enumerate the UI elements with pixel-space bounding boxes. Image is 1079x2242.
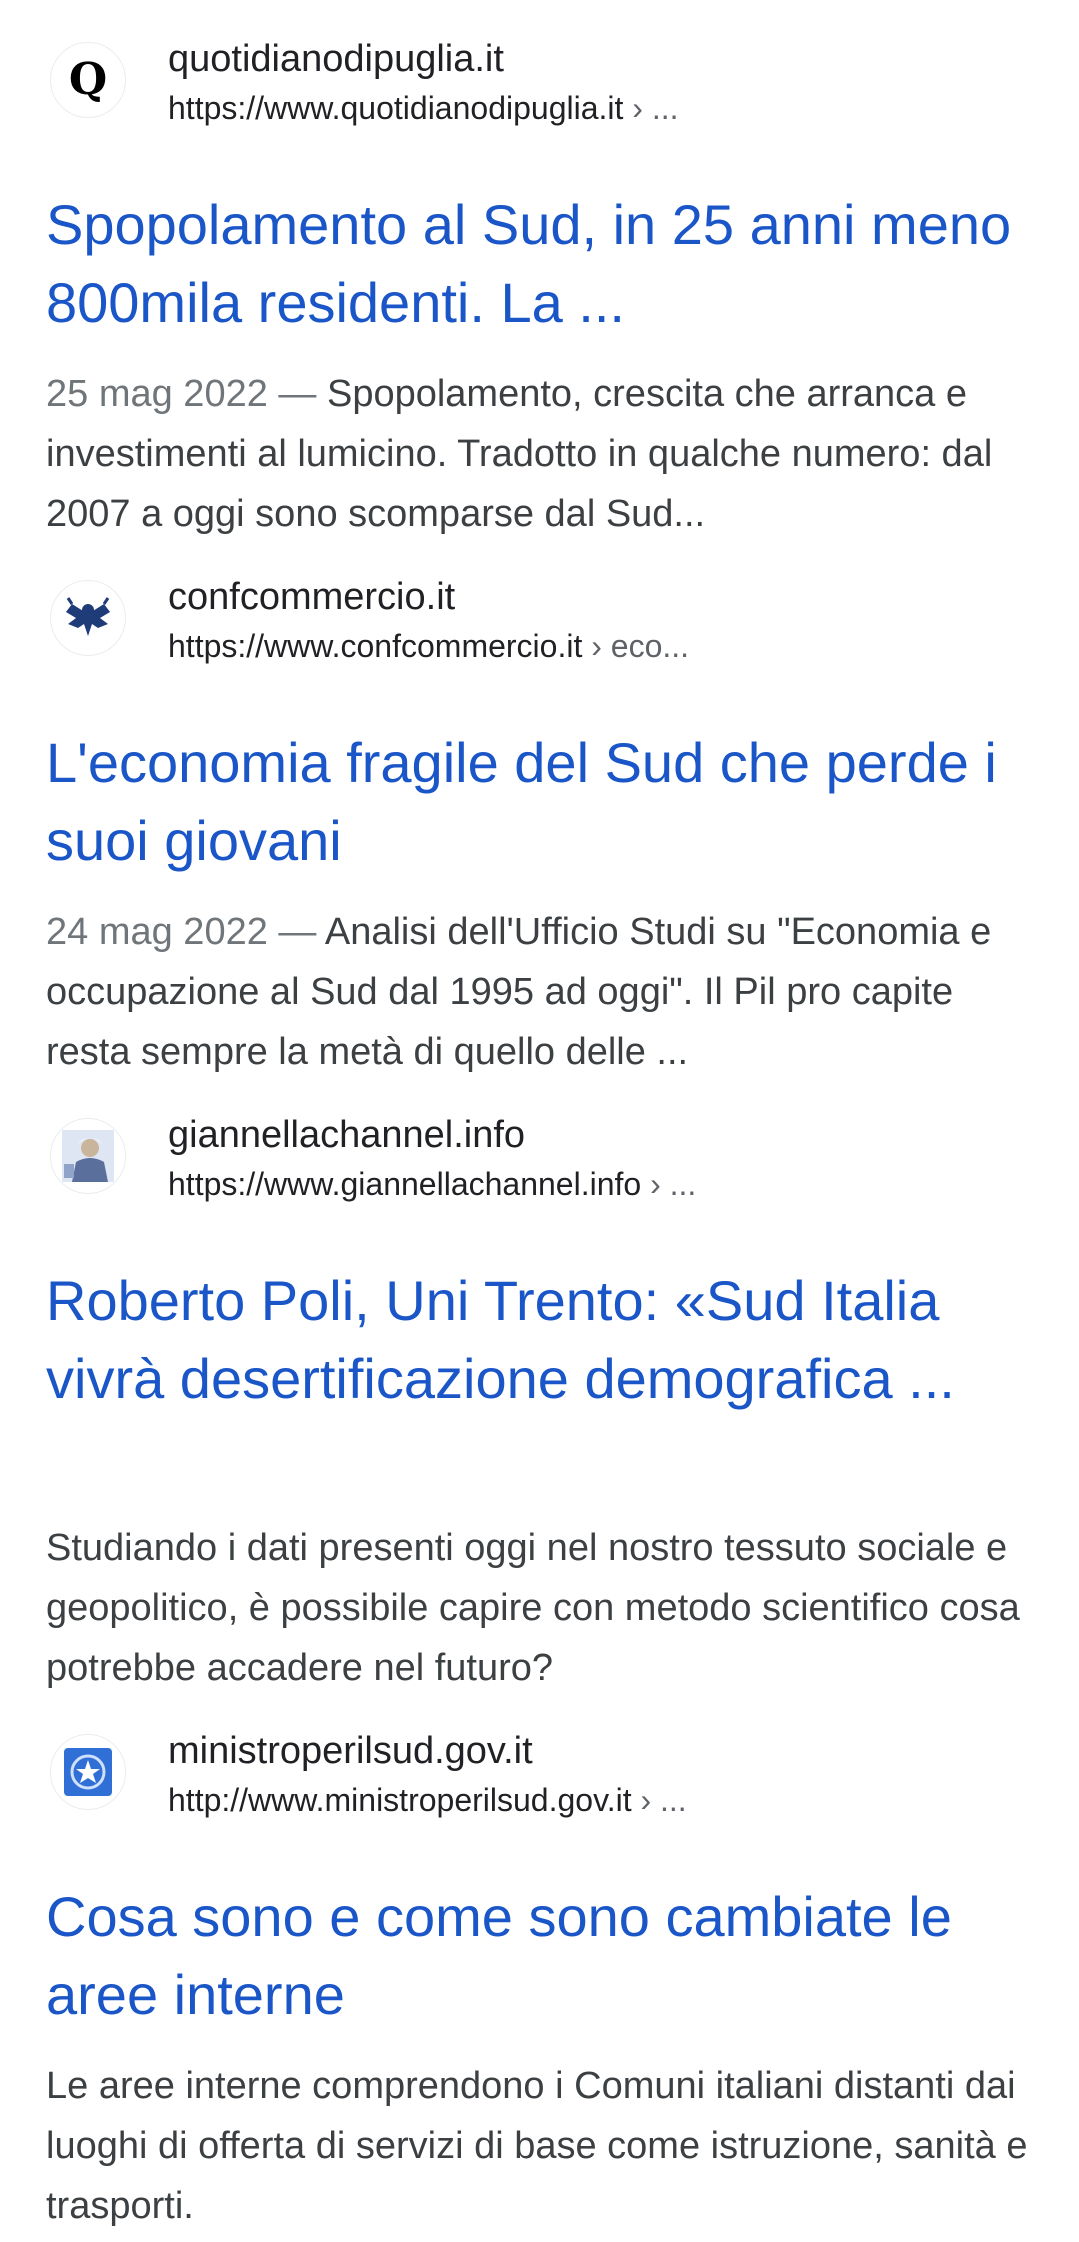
url-breadcrumb: › eco... xyxy=(582,628,690,664)
url-breadcrumb: › ... xyxy=(631,1782,687,1818)
site-name: ministroperilsud.gov.it xyxy=(168,1730,533,1772)
site-url: https://www.giannellachannel.info › ... xyxy=(168,1162,696,1206)
site-name: confcommercio.it xyxy=(168,576,456,618)
date-separator: — xyxy=(267,373,327,415)
site-url: https://www.quotidianodipuglia.it › ... xyxy=(168,86,679,130)
result-source[interactable]: Q quotidianodipuglia.it https://www.quot… xyxy=(46,34,1046,134)
result-title-link[interactable]: Roberto Poli, Uni Trento: «Sud Italia vi… xyxy=(46,1262,1046,1418)
snippet-text: Studiando i dati presenti oggi nel nostr… xyxy=(46,1527,1020,1689)
url-text: https://www.confcommercio.it xyxy=(168,628,583,664)
result-snippet: Studiando i dati presenti oggi nel nostr… xyxy=(46,1518,1046,1698)
url-breadcrumb: › ... xyxy=(641,1166,697,1202)
url-text: https://www.quotidianodipuglia.it xyxy=(168,90,624,126)
result-snippet: Le aree interne comprendono i Comuni ita… xyxy=(46,2056,1046,2236)
portrait-thumbnail-icon xyxy=(50,1118,126,1194)
site-url: https://www.confcommercio.it › eco... xyxy=(168,624,689,668)
q-logo-icon: Q xyxy=(50,42,126,118)
result-source[interactable]: confcommercio.it https://www.confcommerc… xyxy=(46,572,1046,672)
result-snippet: 24 mag 2022 — Analisi dell'Ufficio Studi… xyxy=(46,902,1046,1082)
url-text: https://www.giannellachannel.info xyxy=(168,1166,642,1202)
svg-text:Q: Q xyxy=(69,54,107,105)
result-source[interactable]: giannellachannel.info https://www.gianne… xyxy=(46,1110,1046,1210)
result-date: 24 mag 2022 xyxy=(46,911,268,953)
result-date: 25 mag 2022 xyxy=(46,373,268,415)
date-separator: — xyxy=(267,911,325,953)
eagle-emblem-icon xyxy=(50,580,126,656)
snippet-text: Le aree interne comprendono i Comuni ita… xyxy=(46,2065,1028,2227)
url-text: http://www.ministroperilsud.gov.it xyxy=(168,1782,632,1818)
result-title-link[interactable]: Spopolamento al Sud, in 25 anni meno 800… xyxy=(46,186,1046,342)
result-title-link[interactable]: L'economia fragile del Sud che perde i s… xyxy=(46,724,1046,880)
site-name: quotidianodipuglia.it xyxy=(168,38,504,80)
site-name: giannellachannel.info xyxy=(168,1114,526,1156)
result-source[interactable]: ministroperilsud.gov.it http://www.minis… xyxy=(46,1726,1046,1826)
italian-emblem-icon xyxy=(50,1734,126,1810)
result-snippet: 25 mag 2022 — Spopolamento, crescita che… xyxy=(46,364,1046,544)
result-title-link[interactable]: Cosa sono e come sono cambiate le aree i… xyxy=(46,1878,1046,2034)
site-url: http://www.ministroperilsud.gov.it › ... xyxy=(168,1778,687,1822)
url-breadcrumb: › ... xyxy=(623,90,679,126)
